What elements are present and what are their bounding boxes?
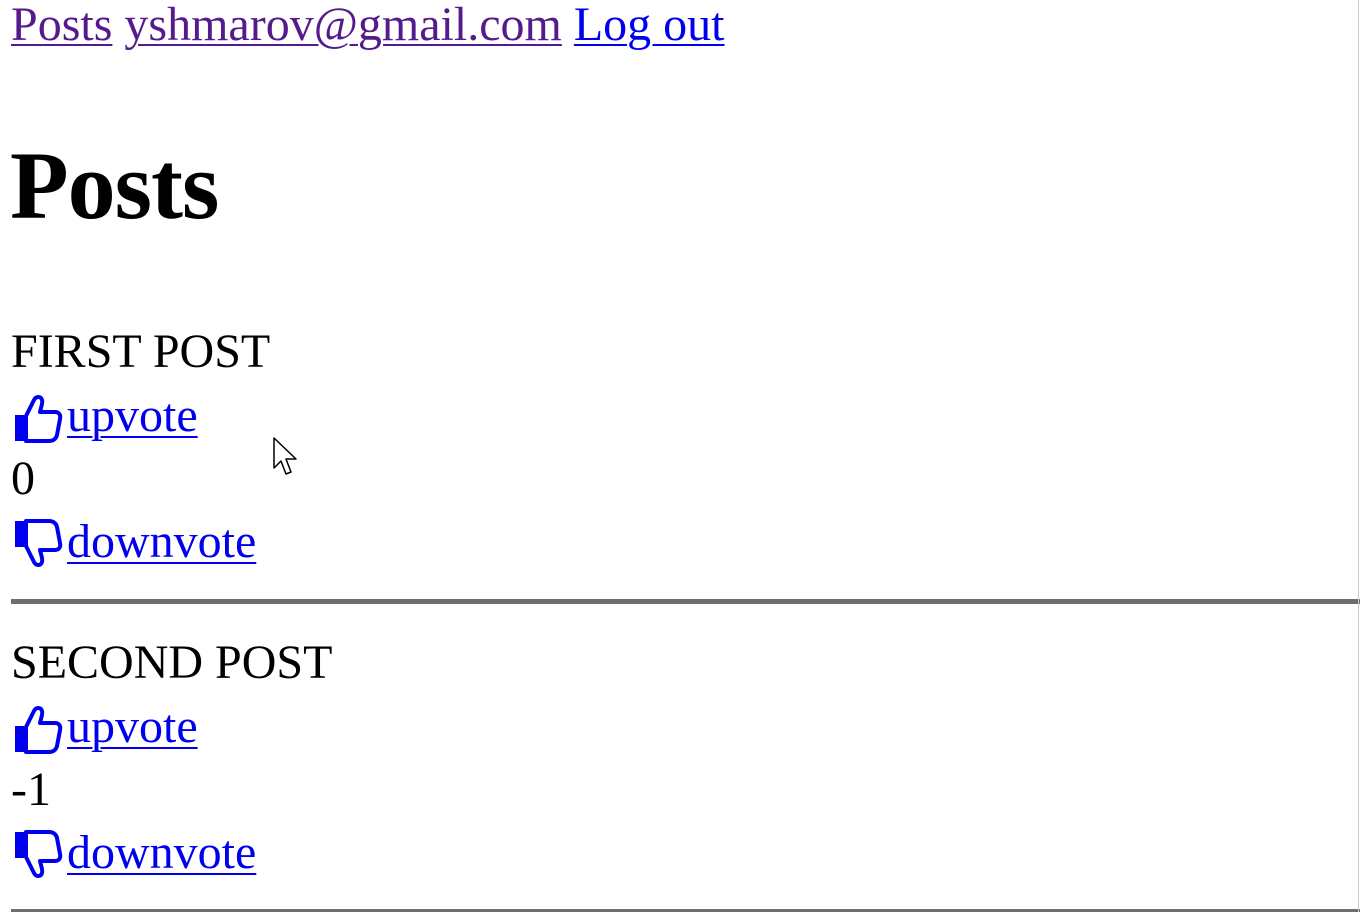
upvote-link[interactable]: upvote [11,384,198,448]
post-title: FIRST POST [11,325,271,378]
thumbs-up-icon [15,706,63,754]
downvote-link[interactable]: downvote [11,821,256,885]
scrollbar-edge [1358,0,1359,912]
thumbs-down-icon [15,830,63,878]
upvote-link[interactable]: upvote [11,695,198,759]
post-title: SECOND POST [11,636,333,689]
thumbs-down-icon [15,519,63,567]
downvote-link[interactable]: downvote [11,510,256,574]
page-title: Posts [10,132,219,239]
vote-score: 0 [11,452,35,505]
downvote-label: downvote [67,826,257,879]
top-nav: Posts yshmarov@gmail.com Log out [11,0,725,54]
nav-user-email-link[interactable]: yshmarov@gmail.com [124,0,561,51]
upvote-label: upvote [67,389,198,442]
post-item: FIRST POST upvote 0 downvote [11,320,1360,574]
post-divider [11,599,1360,604]
thumbs-up-icon [15,395,63,443]
page: Posts yshmarov@gmail.com Log out Posts F… [0,0,1360,912]
mouse-pointer-icon [273,437,297,475]
vote-score: -1 [11,763,51,816]
nav-logout-link[interactable]: Log out [574,0,725,51]
nav-posts-link[interactable]: Posts [11,0,112,51]
post-item: SECOND POST upvote -1 downvote [11,631,1360,885]
downvote-label: downvote [67,515,257,568]
upvote-label: upvote [67,700,198,753]
